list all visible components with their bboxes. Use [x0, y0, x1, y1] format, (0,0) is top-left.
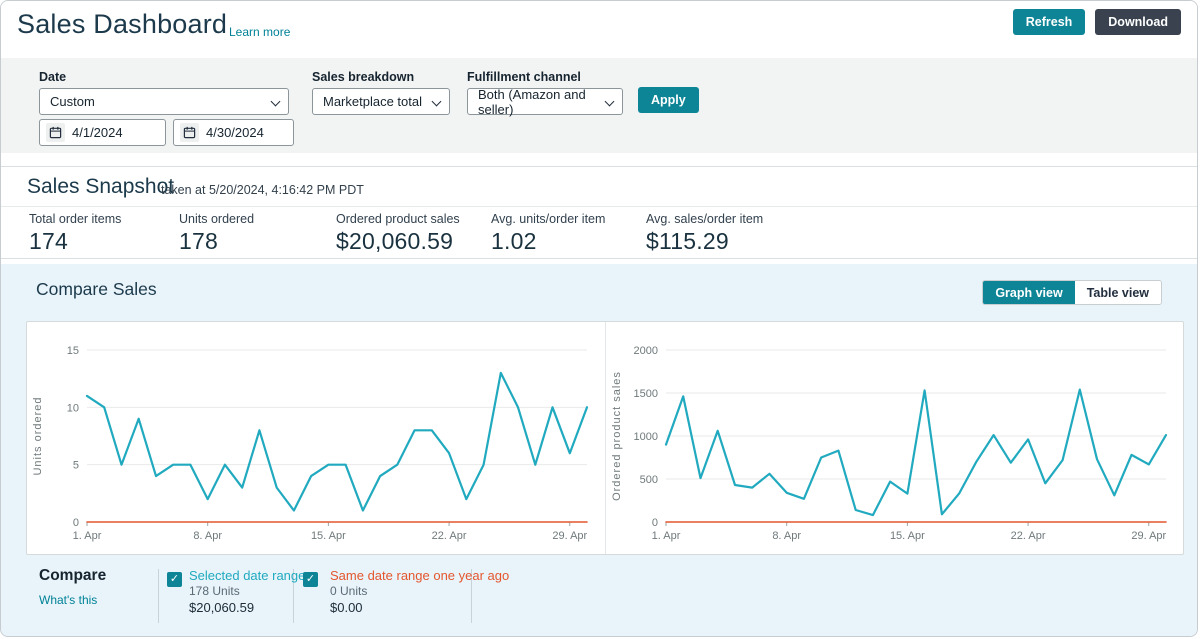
view-toggle: Graph view Table view [982, 280, 1162, 305]
compare-sales-title: Compare Sales [36, 279, 157, 299]
header-actions: Refresh Download [1012, 9, 1181, 35]
svg-text:22. Apr: 22. Apr [432, 530, 467, 542]
selected-date-range-legend: Selected date range 178 Units $20,060.59 [189, 568, 305, 615]
svg-text:1. Apr: 1. Apr [652, 530, 681, 542]
svg-text:15. Apr: 15. Apr [890, 530, 925, 542]
legend-units: 178 Units [189, 584, 240, 598]
divider [1, 206, 1197, 207]
calendar-icon [46, 123, 65, 142]
year-ago-checkbox[interactable]: ✓ [303, 572, 318, 587]
charts-card: 0 5 10 15 1. Apr 8. Apr 15. Apr 22. Apr 29. Apr U… [26, 321, 1184, 555]
divider [158, 569, 159, 623]
svg-text:2000: 2000 [634, 345, 658, 357]
svg-text:Units ordered: Units ordered [32, 396, 44, 475]
legend-units: 0 Units [330, 584, 368, 598]
svg-text:5: 5 [73, 460, 79, 472]
sales-breakdown-label: Sales breakdown [312, 70, 415, 84]
year-ago-legend: Same date range one year ago 0 Units $0.… [330, 568, 509, 615]
compare-heading: Compare [39, 567, 107, 584]
selected-date-range-checkbox[interactable]: ✓ [167, 572, 182, 587]
ordered-product-sales-chart: 0 500 1000 1500 2000 1. Apr 8. Apr 15. Apr 22. A… [605, 322, 1183, 554]
svg-text:15. Apr: 15. Apr [311, 530, 346, 542]
svg-text:15: 15 [67, 345, 79, 357]
start-date-field[interactable] [72, 125, 157, 140]
table-view-button[interactable]: Table view [1074, 281, 1161, 304]
refresh-button[interactable]: Refresh [1012, 9, 1086, 35]
filter-bar: Date Custom Sales breakdown Marketplace … [1, 58, 1197, 153]
calendar-icon [180, 123, 199, 142]
svg-text:Ordered product sales: Ordered product sales [611, 371, 623, 501]
svg-text:29. Apr: 29. Apr [1131, 530, 1166, 542]
apply-button[interactable]: Apply [638, 87, 699, 113]
end-date-input[interactable] [173, 119, 294, 146]
date-filter-label: Date [39, 70, 67, 84]
svg-text:10: 10 [67, 402, 79, 414]
svg-text:0: 0 [652, 517, 658, 529]
stat-units-ordered: Units ordered 178 [179, 212, 255, 254]
fulfillment-channel-label: Fulfillment channel [467, 70, 581, 84]
date-range-select[interactable]: Custom [39, 88, 289, 115]
stat-avg-sales-per-order: Avg. sales/order item $115.29 [646, 212, 764, 254]
compare-sales-section: Compare Sales Graph view Table view 0 5 10… [1, 264, 1197, 636]
chevron-down-icon [604, 96, 615, 107]
sales-breakdown-select[interactable]: Marketplace total [312, 88, 450, 115]
fulfillment-channel-select[interactable]: Both (Amazon and seller) [467, 87, 623, 117]
svg-text:500: 500 [640, 474, 658, 486]
svg-text:8. Apr: 8. Apr [193, 530, 222, 542]
svg-text:8. Apr: 8. Apr [772, 530, 801, 542]
stat-ordered-product-sales: Ordered product sales $20,060.59 [336, 212, 460, 254]
svg-text:1. Apr: 1. Apr [73, 530, 102, 542]
chevron-down-icon [270, 96, 281, 107]
stat-total-order-items: Total order items 174 [29, 212, 122, 254]
page-title: Sales Dashboard [17, 9, 228, 39]
learn-more-link[interactable]: Learn more [229, 25, 290, 39]
legend-label: Selected date range [189, 568, 306, 583]
chevron-down-icon [431, 96, 442, 107]
sales-dashboard-page: Sales Dashboard Learn more Refresh Downl… [0, 0, 1198, 637]
sales-snapshot-title: Sales Snapshot [27, 175, 175, 198]
svg-text:29. Apr: 29. Apr [552, 530, 587, 542]
download-button[interactable]: Download [1095, 9, 1181, 35]
end-date-field[interactable] [206, 125, 285, 140]
legend-sales: $0.00 [330, 600, 363, 615]
stat-avg-units-per-order: Avg. units/order item 1.02 [491, 212, 606, 254]
units-ordered-chart: 0 5 10 15 1. Apr 8. Apr 15. Apr 22. Apr 29. Apr U… [27, 322, 605, 554]
start-date-input[interactable] [39, 119, 166, 146]
svg-text:1000: 1000 [634, 431, 658, 443]
sales-snapshot-card: Sales Snapshot taken at 5/20/2024, 4:16:… [1, 166, 1197, 259]
svg-text:1500: 1500 [634, 388, 658, 400]
snapshot-timestamp: taken at 5/20/2024, 4:16:42 PM PDT [161, 183, 364, 197]
whats-this-link[interactable]: What's this [39, 593, 97, 607]
legend-sales: $20,060.59 [189, 600, 255, 615]
page-header: Sales Dashboard Learn more Refresh Downl… [1, 1, 1197, 58]
svg-text:0: 0 [73, 517, 79, 529]
svg-text:22. Apr: 22. Apr [1011, 530, 1046, 542]
legend-label: Same date range one year ago [330, 568, 510, 583]
graph-view-button[interactable]: Graph view [983, 281, 1075, 304]
